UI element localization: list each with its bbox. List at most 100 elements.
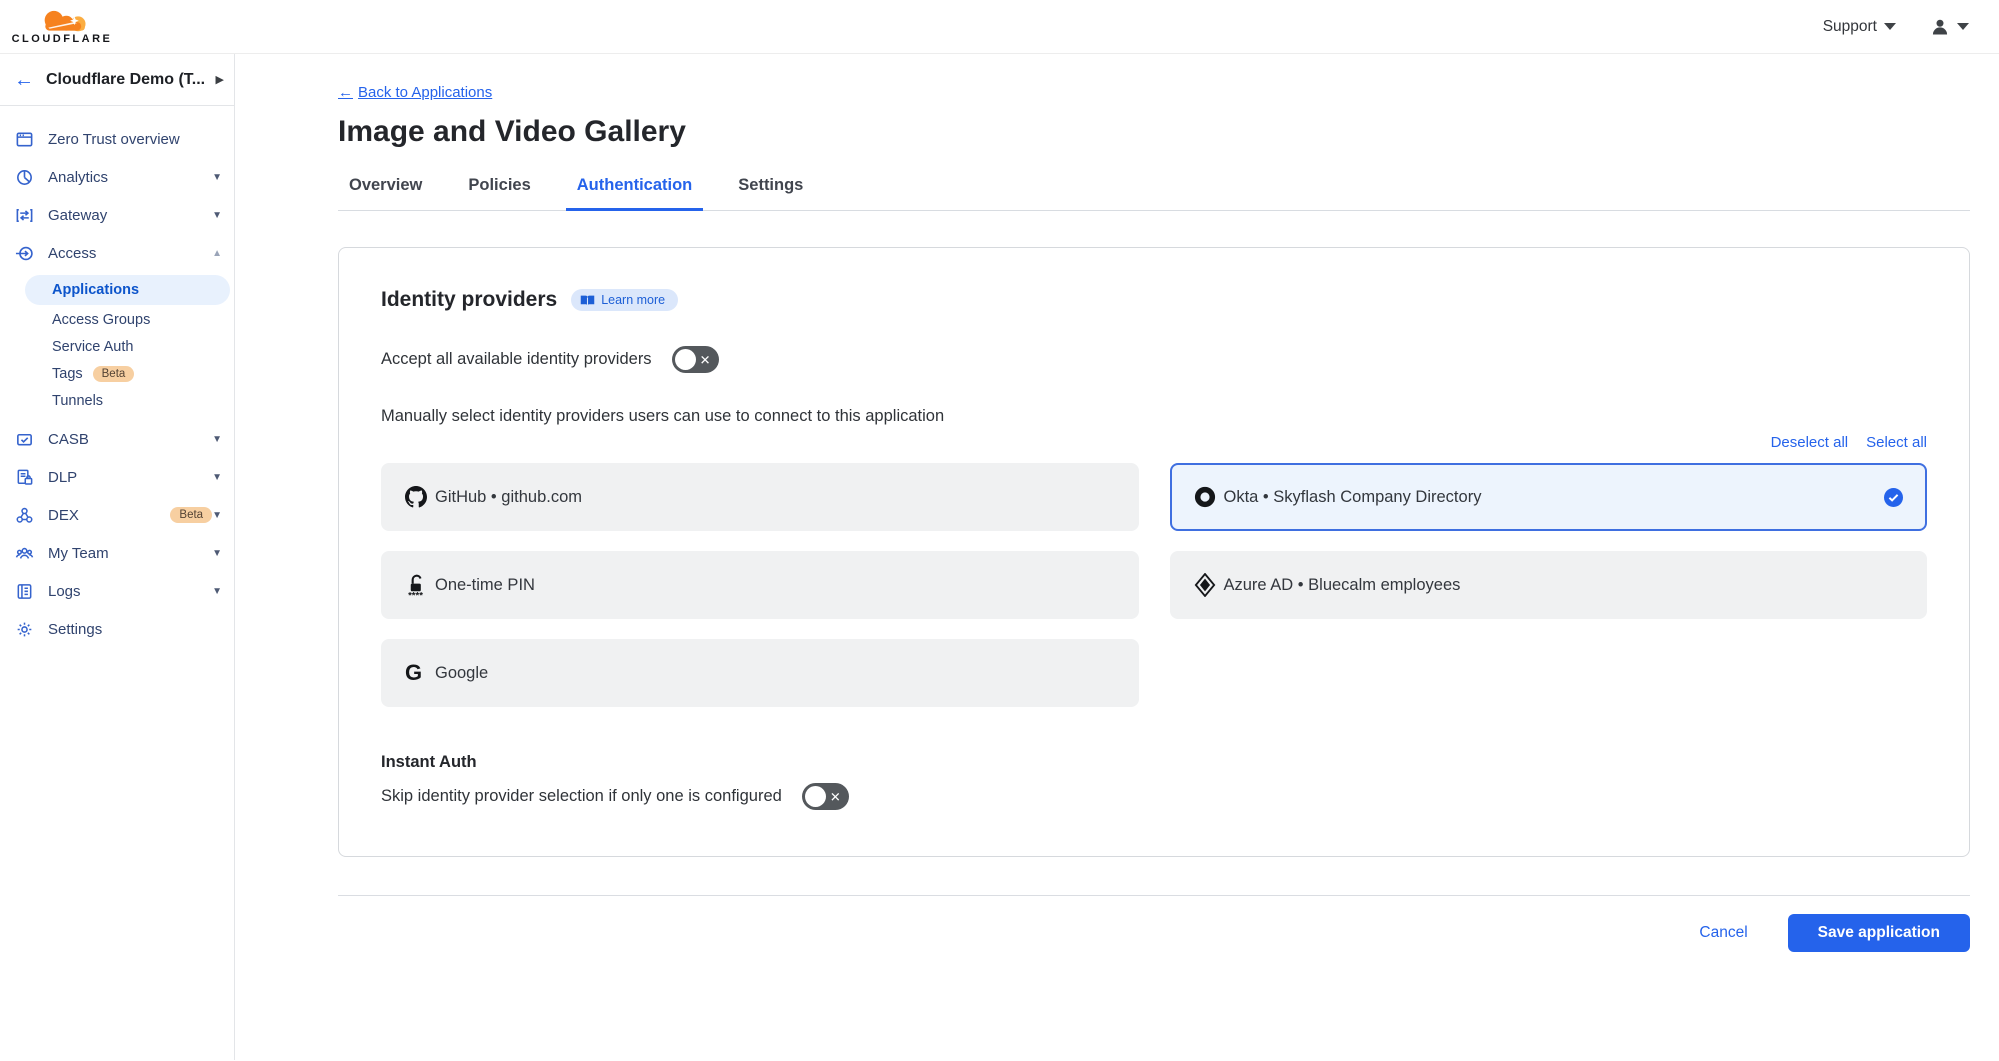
sidebar-item-label: Tags: [52, 366, 83, 382]
people-icon: [14, 543, 34, 563]
account-menu[interactable]: [1930, 17, 1969, 37]
book-icon: [580, 294, 595, 307]
manual-select-label: Manually select identity providers users…: [381, 407, 1927, 426]
github-icon: [405, 486, 435, 508]
sidebar-item-label: Access: [48, 245, 212, 262]
back-to-applications-link[interactable]: ← Back to Applications: [338, 84, 492, 101]
access-icon: [14, 243, 34, 263]
sidebar-item-gateway[interactable]: Gateway ▼: [0, 196, 234, 234]
sidebar-item-settings[interactable]: Settings: [0, 610, 234, 648]
user-icon: [1930, 17, 1950, 37]
log-file-icon: [14, 581, 34, 601]
chevron-down-icon: [1957, 23, 1969, 30]
sidebar-account-header: ← Cloudflare Demo (T... ▶: [0, 54, 234, 106]
select-all-link[interactable]: Select all: [1866, 434, 1927, 451]
selected-check-icon: [1884, 488, 1903, 507]
tab-authentication[interactable]: Authentication: [566, 176, 704, 211]
sidebar-item-label: CASB: [48, 431, 212, 448]
sidebar-item-casb[interactable]: CASB ▼: [0, 420, 234, 458]
gear-icon: [14, 619, 34, 639]
sidebar-item-access[interactable]: Access ▲: [0, 234, 234, 272]
sidebar-item-applications[interactable]: Applications: [25, 275, 230, 305]
provider-tile-one-time-pin[interactable]: **** One-time PIN: [381, 551, 1139, 619]
sidebar-item-dlp[interactable]: DLP ▼: [0, 458, 234, 496]
learn-more-label: Learn more: [601, 293, 665, 307]
sidebar-item-label: Gateway: [48, 207, 212, 224]
cloudflare-cloud-icon: [31, 9, 93, 35]
sidebar-item-label: Access Groups: [52, 312, 150, 328]
sidebar-item-tunnels[interactable]: Tunnels: [0, 387, 234, 414]
sidebar-nav: Zero Trust overview Analytics ▼: [0, 106, 234, 648]
cloudflare-logo[interactable]: CLOUDFLARE: [12, 9, 112, 45]
sidebar-item-label: Settings: [48, 621, 222, 638]
support-label: Support: [1823, 18, 1877, 36]
footer-actions: Cancel Save application: [338, 914, 1970, 972]
chevron-up-icon[interactable]: ▲: [212, 248, 222, 259]
provider-tile-azure-ad[interactable]: Azure AD • Bluecalm employees: [1170, 551, 1928, 619]
instant-auth-toggle[interactable]: ✕: [802, 783, 849, 810]
sidebar-item-logs[interactable]: Logs ▼: [0, 572, 234, 610]
provider-tile-google[interactable]: G Google: [381, 639, 1139, 707]
accept-all-toggle[interactable]: ✕: [672, 346, 719, 373]
save-application-button[interactable]: Save application: [1788, 914, 1970, 952]
chevron-down-icon[interactable]: ▼: [212, 510, 222, 521]
tab-settings[interactable]: Settings: [727, 176, 814, 211]
sidebar-item-access-groups[interactable]: Access Groups: [0, 306, 234, 333]
back-arrow-icon[interactable]: ←: [14, 70, 34, 90]
provider-name: Azure AD • Bluecalm employees: [1224, 576, 1904, 595]
chevron-down-icon[interactable]: ▼: [212, 434, 222, 445]
toggle-knob: [675, 349, 696, 370]
sidebar-item-tags[interactable]: Tags Beta: [0, 360, 234, 387]
top-bar: CLOUDFLARE Support: [0, 0, 1999, 54]
identity-providers-card: Identity providers Learn more Accept all…: [338, 247, 1970, 857]
account-name[interactable]: Cloudflare Demo (T...: [46, 71, 204, 89]
sidebar-item-dex[interactable]: DEX Beta ▼: [0, 496, 234, 534]
chevron-down-icon[interactable]: ▼: [212, 586, 222, 597]
toggle-x-icon: ✕: [700, 353, 711, 366]
instant-auth-label: Skip identity provider selection if only…: [381, 787, 782, 806]
sidebar: ← Cloudflare Demo (T... ▶ Zero Trust ove…: [0, 54, 235, 1060]
box-check-icon: [14, 429, 34, 449]
provider-tile-github[interactable]: GitHub • github.com: [381, 463, 1139, 531]
toggle-knob: [805, 786, 826, 807]
sidebar-item-service-auth[interactable]: Service Auth: [0, 333, 234, 360]
sidebar-item-label: Applications: [52, 282, 139, 298]
chevron-down-icon[interactable]: ▼: [212, 548, 222, 559]
identity-providers-title: Identity providers: [381, 288, 557, 312]
provider-name: GitHub • github.com: [435, 488, 1115, 507]
instant-auth-title: Instant Auth: [381, 753, 1927, 772]
chevron-right-icon[interactable]: ▶: [216, 73, 224, 86]
support-menu[interactable]: Support: [1823, 18, 1896, 36]
window-icon: [14, 129, 34, 149]
sidebar-item-label: Tunnels: [52, 393, 103, 409]
sidebar-item-zero-trust-overview[interactable]: Zero Trust overview: [0, 120, 234, 158]
page-title: Image and Video Gallery: [338, 115, 1970, 149]
okta-icon: [1194, 486, 1224, 508]
provider-name: Okta • Skyflash Company Directory: [1224, 488, 1885, 507]
deselect-all-link[interactable]: Deselect all: [1771, 434, 1849, 451]
back-arrow-icon: ←: [338, 84, 353, 101]
sidebar-item-analytics[interactable]: Analytics ▼: [0, 158, 234, 196]
beta-badge: Beta: [93, 366, 135, 382]
cloudflare-wordmark: CLOUDFLARE: [12, 33, 113, 45]
chevron-down-icon[interactable]: ▼: [212, 472, 222, 483]
tab-policies[interactable]: Policies: [457, 176, 541, 211]
document-lock-icon: [14, 467, 34, 487]
access-submenu: Applications Access Groups Service Auth …: [0, 272, 234, 420]
sidebar-item-label: DEX: [48, 507, 160, 524]
network-icon: [14, 505, 34, 525]
tab-bar: Overview Policies Authentication Setting…: [338, 176, 1970, 211]
toggle-x-icon: ✕: [830, 790, 841, 803]
pie-chart-icon: [14, 167, 34, 187]
beta-badge: Beta: [170, 507, 212, 523]
cancel-button[interactable]: Cancel: [1699, 924, 1747, 942]
tab-overview[interactable]: Overview: [338, 176, 433, 211]
chevron-down-icon[interactable]: ▼: [212, 172, 222, 183]
sidebar-item-label: DLP: [48, 469, 212, 486]
back-link-label: Back to Applications: [358, 84, 492, 101]
sidebar-item-my-team[interactable]: My Team ▼: [0, 534, 234, 572]
learn-more-button[interactable]: Learn more: [571, 289, 678, 311]
chevron-down-icon[interactable]: ▼: [212, 210, 222, 221]
sidebar-item-label: Service Auth: [52, 339, 133, 355]
provider-tile-okta[interactable]: Okta • Skyflash Company Directory: [1170, 463, 1928, 531]
